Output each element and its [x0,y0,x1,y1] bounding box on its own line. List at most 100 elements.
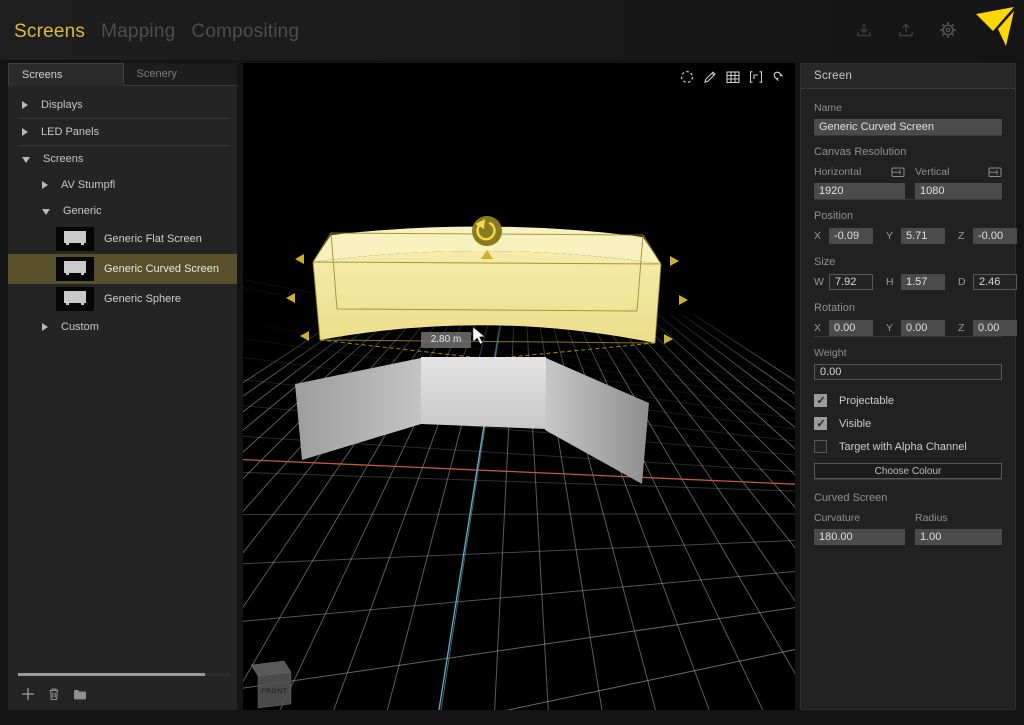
screen-thumbnail [56,287,94,311]
tab-screens[interactable]: Screens [8,63,124,86]
scrollbar-thumb[interactable] [18,673,205,676]
scene-canvas[interactable]: FRONT [243,63,795,710]
grid-icon[interactable] [725,69,741,85]
curvature-input[interactable] [814,529,905,545]
size-w-input[interactable] [829,274,873,290]
position-group: Position X Y Z [814,210,1002,244]
delete-trash-icon[interactable] [47,687,61,701]
screen-thumbnail [56,227,94,251]
position-z-input[interactable] [973,228,1017,244]
screens-sidebar: Screens Scenery Displays LED Panels Scre… [8,63,237,710]
visible-checkbox[interactable] [814,417,827,430]
size-h-input[interactable] [901,274,945,290]
sphere-screen-icon [64,291,86,303]
tree-item-screens[interactable]: Screens [8,146,237,172]
bounds-brackets-icon[interactable] [748,69,764,85]
rotation-x-label: X [814,322,823,334]
sidebar-footer [21,687,87,701]
selection-circle-icon[interactable] [679,69,695,85]
nav-cube[interactable]: FRONT [251,661,291,708]
horizontal-resolution-input[interactable] [814,183,905,199]
display-resolution-icon[interactable] [988,167,1002,178]
nav-mapping[interactable]: Mapping [101,21,175,43]
target-alpha-row: Target with Alpha Channel [814,440,1002,453]
measurement-label: 2.80 m [421,332,471,348]
selected-yellow-screen[interactable] [286,216,688,344]
name-group: Name [814,102,1002,135]
size-w-label: W [814,276,823,288]
folder-icon[interactable] [73,687,87,701]
screen-tree: Displays LED Panels Screens AV Stumpfl G… [8,86,237,340]
rotation-x-input[interactable] [829,320,873,336]
weight-input[interactable] [814,364,1002,380]
canvas-resolution-group: Canvas Resolution Horizontal Ve [814,146,1002,199]
position-z-label: Z [958,230,967,242]
sidebar-tabs: Screens Scenery [8,63,237,86]
vertical-resolution-input[interactable] [915,183,1002,199]
rotation-y-input[interactable] [901,320,945,336]
name-label: Name [814,102,1002,114]
nav-screens[interactable]: Screens [14,21,85,43]
expand-arrow-icon[interactable] [42,209,50,215]
expand-arrow-icon[interactable] [22,157,30,163]
screen-thumbnail [56,257,94,281]
tree-item-custom[interactable]: Custom [8,314,237,340]
visible-row: Visible [814,417,1002,430]
divider [814,479,1002,480]
rotation-z-input[interactable] [973,320,1017,336]
position-x-label: X [814,230,823,242]
viewport-toolbar [679,69,787,85]
size-d-input[interactable] [973,274,1017,290]
tree-item-label: Generic [63,205,102,217]
projectable-checkbox[interactable] [814,394,827,407]
tree-item-av-stumpfl[interactable]: AV Stumpfl [8,172,237,198]
edit-pencil-icon[interactable] [702,69,718,85]
settings-gear-icon[interactable] [938,20,958,40]
nav-compositing[interactable]: Compositing [191,21,299,43]
add-icon[interactable] [21,687,35,701]
x-axis-line [243,460,795,485]
rotation-y-label: Y [886,322,895,334]
position-y-input[interactable] [901,228,945,244]
radius-input[interactable] [915,529,1002,545]
rotation-z-label: Z [958,322,967,334]
divider [814,135,1002,136]
application-window: Screens Mapping Compositing Scree [0,0,1024,725]
position-x-input[interactable] [829,228,873,244]
tree-item-generic[interactable]: Generic [8,198,237,224]
display-resolution-icon[interactable] [891,167,905,178]
main-nav: Screens Mapping Compositing [14,21,299,43]
name-input[interactable] [814,119,1002,135]
size-group: Size W H D [814,256,1002,290]
expand-arrow-icon[interactable] [22,128,28,136]
visible-label: Visible [839,418,871,430]
viewport-3d[interactable]: FRONT 2.80 m [243,63,795,710]
import-icon[interactable] [854,20,874,40]
expand-arrow-icon[interactable] [22,101,28,109]
choose-colour-button[interactable]: Choose Colour [814,463,1002,479]
tree-item-displays[interactable]: Displays [8,92,237,118]
expand-arrow-icon[interactable] [42,323,48,331]
tree-item-led-panels[interactable]: LED Panels [8,119,237,145]
screen-item-curved[interactable]: Generic Curved Screen [8,254,237,284]
size-d-label: D [958,276,967,288]
screen-item-label: Generic Flat Screen [104,233,202,245]
size-label: Size [814,256,1002,268]
radius-label: Radius [915,512,948,524]
top-bar-actions [854,0,1018,60]
expand-arrow-icon[interactable] [42,181,48,189]
inspector-panel: Screen Name Canvas Resolution Horizontal [800,63,1016,710]
snap-magnet-icon[interactable] [771,69,787,85]
position-label: Position [814,210,1002,222]
curved-screen-group: Curved Screen Curvature Radius [814,492,1002,545]
target-alpha-checkbox[interactable] [814,440,827,453]
nav-cube-front-label: FRONT [261,688,287,695]
export-icon[interactable] [896,20,916,40]
rotation-group: Rotation X Y Z [814,302,1002,336]
curvature-label: Curvature [814,512,860,524]
horizontal-scrollbar[interactable] [18,673,230,676]
tab-scenery[interactable]: Scenery [124,63,238,86]
screen-item-flat[interactable]: Generic Flat Screen [8,224,237,254]
screen-item-sphere[interactable]: Generic Sphere [8,284,237,314]
rotation-gizmo-handle[interactable] [472,216,502,246]
